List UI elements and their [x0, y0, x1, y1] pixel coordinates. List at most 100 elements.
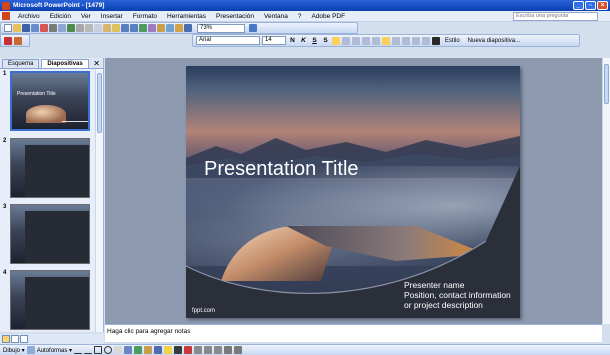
notes-pane[interactable]: Haga clic para agregar notas [105, 324, 602, 342]
close-button[interactable]: × [597, 1, 608, 10]
minimize-button[interactable]: _ [573, 1, 584, 10]
textbox-icon[interactable] [114, 346, 123, 354]
arrow-style-icon[interactable] [214, 346, 223, 354]
slide-sorter-button[interactable] [11, 335, 19, 343]
3d-icon[interactable] [234, 346, 243, 354]
new-slide-button[interactable]: Nueva diapositiva... [465, 38, 523, 44]
normal-view-button[interactable] [2, 335, 10, 343]
picture-icon[interactable] [154, 346, 163, 354]
align-center-icon[interactable] [342, 36, 350, 45]
help-search-input[interactable]: Escriba una pregunta [513, 12, 598, 21]
select-objects-icon[interactable] [26, 346, 35, 354]
tab-outline[interactable]: Esquema [2, 59, 40, 68]
shadow-button[interactable]: S [321, 37, 330, 44]
menu-formato[interactable]: Formato [128, 13, 162, 20]
menu-archivo[interactable]: Archivo [13, 13, 45, 20]
menu-ver[interactable]: Ver [76, 13, 96, 20]
editor-scrollbar[interactable] [602, 58, 610, 324]
copy-icon[interactable] [94, 24, 102, 32]
font-color-icon[interactable] [432, 36, 440, 45]
slide-title[interactable]: Presentation Title [204, 158, 359, 181]
line-spacing-icon[interactable] [382, 36, 390, 45]
zoom-select[interactable]: 73% [197, 23, 245, 33]
slides-pane: Esquema Diapositivas ✕ 1 Presentation Ti… [0, 58, 104, 332]
align-right-icon[interactable] [352, 36, 360, 45]
numbering-icon[interactable] [362, 36, 370, 45]
spelling-icon[interactable] [67, 24, 75, 32]
increase-indent-icon[interactable] [422, 36, 430, 45]
thumbnail-info-lines [62, 121, 88, 127]
undo-icon[interactable] [121, 24, 129, 32]
email-icon[interactable] [40, 24, 48, 32]
draw-menu[interactable]: Dibujo ▾ [3, 347, 25, 354]
line-icon[interactable] [74, 346, 83, 354]
slide-canvas[interactable]: Presentation Title Presenter name Positi… [186, 66, 520, 318]
help-icon[interactable] [249, 24, 257, 32]
design-button[interactable]: Estilo [442, 38, 463, 44]
rectangle-icon[interactable] [94, 346, 103, 354]
menu-insertar[interactable]: Insertar [96, 13, 128, 20]
paste-icon[interactable] [103, 24, 111, 32]
align-left-icon[interactable] [332, 36, 340, 45]
color-grayscale-icon[interactable] [184, 24, 192, 32]
decrease-font-icon[interactable] [402, 36, 410, 45]
line-color-icon[interactable] [174, 346, 183, 354]
underline-button[interactable]: S [310, 37, 319, 44]
presenter-info[interactable]: Presenter name Position, contact informa… [404, 280, 511, 310]
menu-herramientas[interactable]: Herramientas [162, 13, 211, 20]
format-painter-icon[interactable] [112, 24, 120, 32]
open-icon[interactable] [13, 24, 21, 32]
hyperlink-icon[interactable] [166, 24, 174, 32]
thumbnails-scrollbar[interactable] [95, 69, 103, 332]
scrollbar-thumb[interactable] [604, 64, 609, 104]
preview-icon[interactable] [58, 24, 66, 32]
new-icon[interactable] [4, 24, 12, 32]
increase-font-icon[interactable] [392, 36, 400, 45]
print-icon[interactable] [49, 24, 57, 32]
slide-thumbnail-3[interactable] [10, 204, 90, 264]
autoshapes-menu[interactable]: Autoformas ▾ [37, 347, 72, 354]
slide-thumbnail-4[interactable] [10, 270, 90, 330]
cut-icon[interactable] [85, 24, 93, 32]
diagram-icon[interactable] [134, 346, 143, 354]
clipart-icon[interactable] [144, 346, 153, 354]
redo-icon[interactable] [130, 24, 138, 32]
menu-ventana[interactable]: Ventana [259, 13, 293, 20]
permission-icon[interactable] [31, 24, 39, 32]
line-style-icon[interactable] [194, 346, 203, 354]
slideshow-button[interactable] [20, 335, 28, 343]
dash-style-icon[interactable] [204, 346, 213, 354]
slide-thumbnail-2[interactable] [10, 138, 90, 198]
fill-color-icon[interactable] [164, 346, 173, 354]
pdf-icon[interactable] [4, 36, 12, 45]
decrease-indent-icon[interactable] [412, 36, 420, 45]
font-color-icon[interactable] [184, 346, 193, 354]
shadow-icon[interactable] [224, 346, 233, 354]
scrollbar-thumb[interactable] [97, 73, 102, 133]
italic-button[interactable]: K [299, 37, 308, 44]
tab-slides[interactable]: Diapositivas [41, 59, 89, 68]
close-pane-icon[interactable]: ✕ [93, 59, 100, 68]
menu-edicion[interactable]: Edición [45, 13, 76, 20]
save-icon[interactable] [22, 24, 30, 32]
arrow-icon[interactable] [84, 346, 93, 354]
menu-adobe-pdf[interactable]: Adobe PDF [306, 13, 350, 20]
font-size-select[interactable]: 14 [262, 36, 286, 45]
thumbnail-title: Presentation Title [17, 91, 56, 97]
grid-icon[interactable] [175, 24, 183, 32]
font-select[interactable]: Arial [196, 36, 260, 45]
bold-button[interactable]: N [288, 37, 297, 44]
research-icon[interactable] [76, 24, 84, 32]
chart-icon[interactable] [139, 24, 147, 32]
slide-thumbnail-1[interactable]: Presentation Title [10, 71, 90, 131]
menu-help[interactable]: ? [293, 13, 307, 20]
maximize-button[interactable]: ▫ [585, 1, 596, 10]
bullets-icon[interactable] [372, 36, 380, 45]
insert-image-icon[interactable] [157, 24, 165, 32]
pane-tabs: Esquema Diapositivas ✕ [0, 58, 103, 69]
wordart-icon[interactable] [124, 346, 133, 354]
table-icon[interactable] [148, 24, 156, 32]
oval-icon[interactable] [104, 346, 113, 354]
pdf-email-icon[interactable] [14, 36, 22, 45]
menu-presentacion[interactable]: Presentación [211, 13, 259, 20]
